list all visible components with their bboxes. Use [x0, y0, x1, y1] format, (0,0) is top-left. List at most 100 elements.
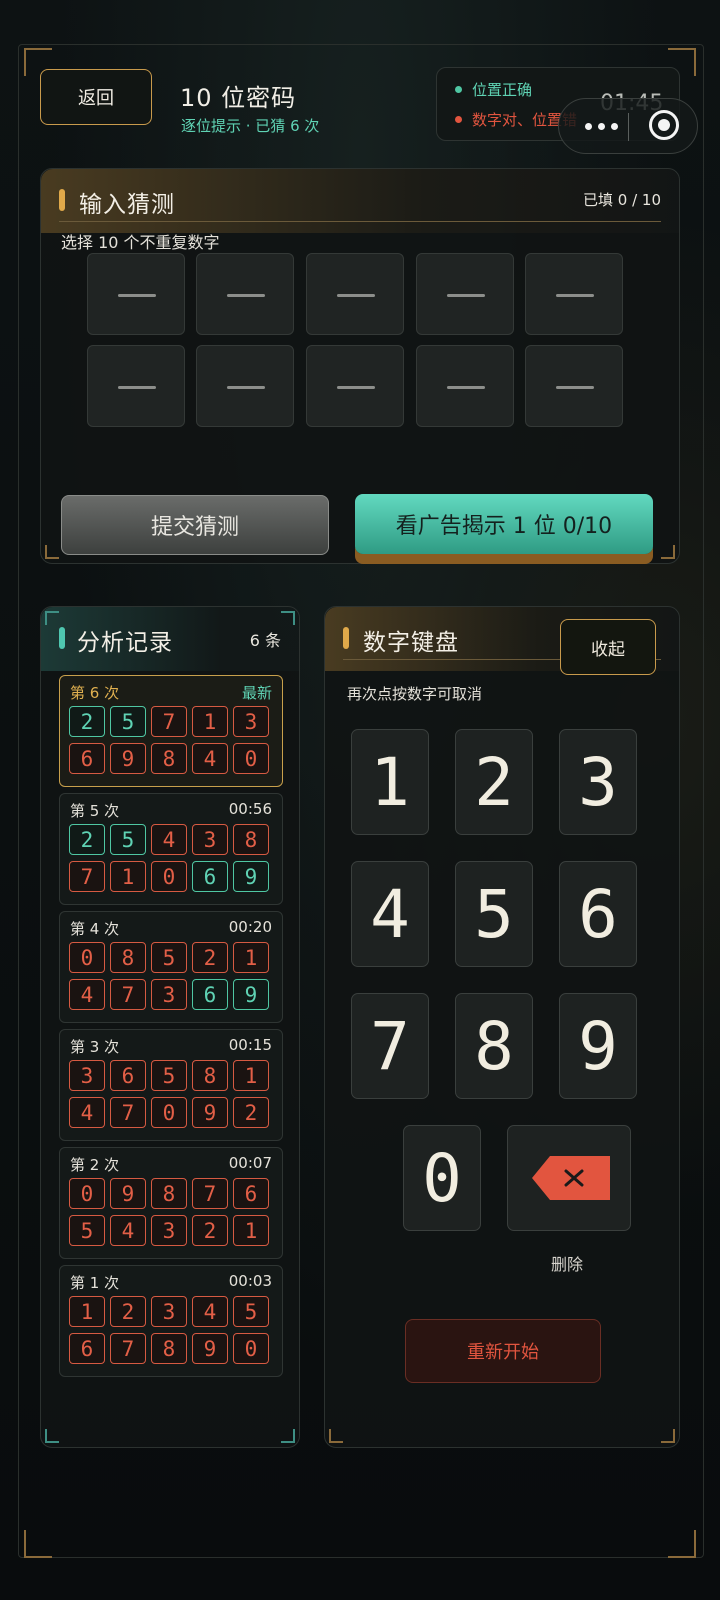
- misplaced-dot-icon: [455, 116, 462, 123]
- legend-correct: 位置正确: [455, 79, 532, 100]
- watch-ad-reveal-button[interactable]: 看广告揭示 1 位 0/10: [355, 494, 653, 554]
- history-digit: 4: [69, 1097, 105, 1128]
- history-entry: 第 5 次 00:56 2 5 4 3 8 7 1 0 6 9: [59, 793, 283, 905]
- digit-key-3[interactable]: 3: [559, 729, 637, 835]
- guess-slot[interactable]: [525, 253, 623, 335]
- history-digit: 4: [69, 979, 105, 1010]
- history-digit: 2: [233, 1097, 269, 1128]
- digit-key-0[interactable]: 0: [403, 1125, 481, 1231]
- history-digit: 1: [233, 1215, 269, 1246]
- digit-key-8[interactable]: 8: [455, 993, 533, 1099]
- delete-button[interactable]: [507, 1125, 631, 1231]
- history-digit: 6: [69, 1333, 105, 1364]
- history-digit: 5: [233, 1296, 269, 1327]
- guess-slot[interactable]: [196, 253, 294, 335]
- history-entry: 第 2 次 00:07 0 9 8 7 6 5 4 3 2 1: [59, 1147, 283, 1259]
- digit-key-5[interactable]: 5: [455, 861, 533, 967]
- history-entry-label: 第 2 次: [70, 1156, 120, 1174]
- history-entry-time: 00:56: [228, 800, 272, 818]
- page-title: 10 位密码: [180, 84, 297, 112]
- history-digit: 0: [151, 1097, 187, 1128]
- history-entry: 第 4 次 00:20 0 8 5 2 1 4 7 3 6 9: [59, 911, 283, 1023]
- mini-program-capsule: [558, 98, 698, 154]
- guess-slot[interactable]: [306, 253, 404, 335]
- history-entry-time: 00:07: [228, 1154, 272, 1172]
- history-entry: 第 3 次 00:15 3 6 5 8 1 4 7 0 9 2: [59, 1029, 283, 1141]
- history-panel-header: 分析记录 6 条: [41, 607, 299, 671]
- history-digit: 8: [151, 743, 187, 774]
- input-hint: 选择 10 个不重复数字: [61, 233, 220, 252]
- guess-slot[interactable]: [416, 345, 514, 427]
- header-accent: [343, 627, 349, 649]
- backspace-icon: [532, 1156, 610, 1200]
- capsule-divider: [628, 113, 629, 141]
- history-entry: 第 1 次 00:03 1 2 3 4 5 6 7 8 9 0: [59, 1265, 283, 1377]
- history-digit: 9: [192, 1333, 228, 1364]
- submit-guess-button[interactable]: 提交猜测: [61, 495, 329, 555]
- correct-dot-icon: [455, 86, 462, 93]
- digit-key-2[interactable]: 2: [455, 729, 533, 835]
- guess-slot[interactable]: [87, 345, 185, 427]
- digit-key-9[interactable]: 9: [559, 993, 637, 1099]
- page-subtitle: 逐位提示 · 已猜 6 次: [181, 117, 320, 135]
- back-button[interactable]: 返回: [40, 69, 152, 125]
- history-digit: 7: [110, 1333, 146, 1364]
- history-digit: 5: [151, 1060, 187, 1091]
- history-entry-time: 最新: [241, 684, 272, 702]
- input-panel-title: 输入猜测: [79, 192, 175, 218]
- header-accent: [59, 627, 65, 649]
- keyboard-panel: 数字键盘 收起 再次点按数字可取消 1 2 3 4 5 6 7 8 9 0 删除…: [324, 606, 680, 1448]
- frame-corner: [668, 1530, 696, 1558]
- collapse-button[interactable]: 收起: [560, 619, 656, 675]
- history-panel-title: 分析记录: [77, 630, 173, 656]
- guess-slot[interactable]: [306, 345, 404, 427]
- delete-label: 删除: [551, 1255, 584, 1274]
- digit-key-4[interactable]: 4: [351, 861, 429, 967]
- close-target-icon[interactable]: [649, 110, 679, 140]
- history-digit: 6: [192, 979, 228, 1010]
- history-digit: 6: [110, 1060, 146, 1091]
- history-digit: 3: [233, 706, 269, 737]
- keyboard-hint: 再次点按数字可取消: [347, 685, 483, 703]
- history-digit: 8: [192, 1060, 228, 1091]
- history-digit: 6: [69, 743, 105, 774]
- history-digit: 3: [151, 1296, 187, 1327]
- digit-key-1[interactable]: 1: [351, 729, 429, 835]
- history-digit: 1: [192, 706, 228, 737]
- history-entry-label: 第 5 次: [70, 802, 120, 820]
- history-digit: 7: [151, 706, 187, 737]
- input-panel: 输入猜测 已填 0 / 10 选择 10 个不重复数字 提交猜测 看广告揭示 1…: [40, 168, 680, 564]
- history-digit: 1: [233, 942, 269, 973]
- legend-correct-label: 位置正确: [472, 81, 533, 99]
- digit-key-6[interactable]: 6: [559, 861, 637, 967]
- history-entry-label: 第 4 次: [70, 920, 120, 938]
- guess-slot[interactable]: [87, 253, 185, 335]
- history-digit: 5: [69, 1215, 105, 1246]
- history-digit: 3: [69, 1060, 105, 1091]
- digit-key-7[interactable]: 7: [351, 993, 429, 1099]
- panel-corner: [281, 1429, 295, 1443]
- history-digit: 7: [110, 979, 146, 1010]
- history-entry: 第 6 次 最新 2 5 7 1 3 6 9 8 4 0: [59, 675, 283, 787]
- guess-slot[interactable]: [525, 345, 623, 427]
- input-panel-header: 输入猜测 已填 0 / 10: [41, 169, 679, 233]
- history-digit: 8: [110, 942, 146, 973]
- filled-count: 已填 0 / 10: [583, 191, 661, 209]
- history-digit: 2: [192, 1215, 228, 1246]
- guess-slot[interactable]: [416, 253, 514, 335]
- history-digit: 9: [192, 1097, 228, 1128]
- history-digit: 6: [233, 1178, 269, 1209]
- history-digit: 2: [69, 824, 105, 855]
- history-digit: 0: [69, 942, 105, 973]
- restart-button[interactable]: 重新开始: [405, 1319, 601, 1383]
- panel-corner: [661, 1429, 675, 1443]
- more-icon[interactable]: [579, 115, 623, 137]
- history-digit: 0: [69, 1178, 105, 1209]
- history-digit: 8: [233, 824, 269, 855]
- history-digit: 1: [233, 1060, 269, 1091]
- panel-corner: [661, 545, 675, 559]
- guess-slot[interactable]: [196, 345, 294, 427]
- panel-corner: [281, 611, 295, 625]
- history-digit: 8: [151, 1178, 187, 1209]
- history-digit: 9: [233, 861, 269, 892]
